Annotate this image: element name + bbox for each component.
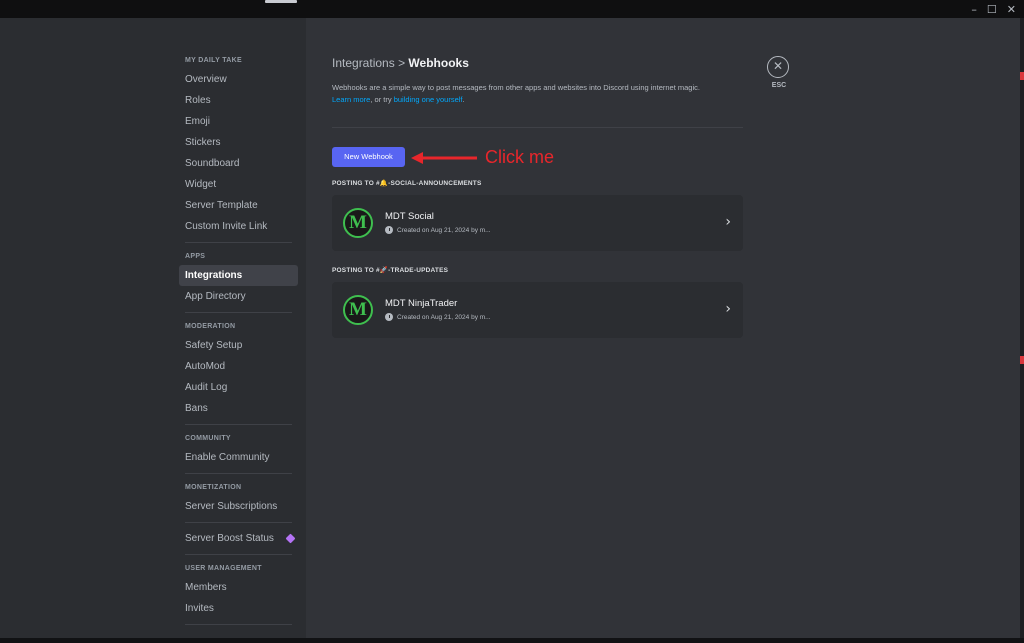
notification-marker <box>1020 72 1024 80</box>
sidebar-divider <box>185 242 292 243</box>
sidebar-section-apps: APPS Integrations App Directory <box>179 248 298 307</box>
webhooks-panel: Integrations > Webhooks Webhooks are a s… <box>332 52 743 338</box>
webhook-avatar[interactable]: M <box>343 295 373 325</box>
sidebar-item-integrations[interactable]: Integrations <box>179 265 298 286</box>
content-divider <box>332 127 743 128</box>
annotation-text: Click me <box>485 147 555 167</box>
settings-sidebar: MY DAILY TAKE Overview Roles Emoji Stick… <box>179 52 298 630</box>
sidebar-section-user-management: USER MANAGEMENT Members Invites <box>179 560 298 619</box>
window-titlebar: – ☐ ✕ <box>0 0 1024 18</box>
sidebar-item-safety-setup[interactable]: Safety Setup <box>179 335 298 356</box>
page-title: Webhooks <box>408 56 469 70</box>
clock-icon <box>385 226 393 234</box>
clock-icon <box>385 313 393 321</box>
sidebar-item-soundboard[interactable]: Soundboard <box>179 153 298 174</box>
breadcrumb: Integrations > Webhooks <box>332 52 743 74</box>
sidebar-item-server-boost-status[interactable]: Server Boost Status <box>179 528 298 549</box>
sidebar-divider <box>185 424 292 425</box>
sidebar-divider <box>185 312 292 313</box>
sidebar-divider <box>185 522 292 523</box>
boost-gem-icon <box>285 533 296 544</box>
section-header: APPS <box>185 253 206 260</box>
sidebar-section-my-daily-take: MY DAILY TAKE Overview Roles Emoji Stick… <box>179 52 298 237</box>
sidebar-item-bans[interactable]: Bans <box>179 398 298 419</box>
learn-more-link[interactable]: Learn more <box>332 95 370 104</box>
right-edge <box>1020 18 1024 641</box>
minimize-icon[interactable]: – <box>971 4 977 16</box>
sidebar-item-automod[interactable]: AutoMod <box>179 356 298 377</box>
sidebar-item-app-directory[interactable]: App Directory <box>179 286 298 307</box>
chevron-right-icon[interactable]: › <box>725 301 731 317</box>
posting-channel-label: POSTING TO #🚀-TRADE-UPDATES <box>332 267 449 274</box>
sidebar-divider <box>185 624 292 625</box>
description-connector: , or try <box>370 95 394 104</box>
sidebar-item-label: Server Boost Status <box>185 533 274 544</box>
description-end: . <box>462 95 465 104</box>
titlebar-text-fragment <box>265 0 297 3</box>
section-header: MODERATION <box>185 323 236 330</box>
build-yourself-link[interactable]: building one yourself <box>394 95 463 104</box>
webhook-card-mdt-social[interactable]: M MDT Social Created on Aug 21, 2024 by … <box>332 195 743 251</box>
close-settings[interactable]: ✕ ESC <box>767 56 791 89</box>
sidebar-section-community: COMMUNITY Enable Community <box>179 430 298 468</box>
webhook-name: MDT NinjaTrader <box>385 298 458 309</box>
section-header: USER MANAGEMENT <box>185 565 262 572</box>
section-header: MY DAILY TAKE <box>185 57 242 64</box>
section-header: MONETIZATION <box>185 484 242 491</box>
maximize-icon[interactable]: ☐ <box>987 4 997 16</box>
sidebar-item-custom-invite-link[interactable]: Custom Invite Link <box>179 216 298 237</box>
posting-channel-label: POSTING TO #🔔-SOCIAL-ANNOUNCEMENTS <box>332 180 482 187</box>
webhook-created: Created on Aug 21, 2024 by m... <box>397 313 491 321</box>
webhook-created: Created on Aug 21, 2024 by m... <box>397 226 491 234</box>
bottom-bar <box>0 638 1024 643</box>
webhook-card-mdt-ninjatrader[interactable]: M MDT NinjaTrader Created on Aug 21, 202… <box>332 282 743 338</box>
sidebar-section-moderation: MODERATION Safety Setup AutoMod Audit Lo… <box>179 318 298 419</box>
sidebar-item-overview[interactable]: Overview <box>179 69 298 90</box>
red-arrow-icon <box>411 152 477 164</box>
webhook-meta: Created on Aug 21, 2024 by m... <box>385 313 491 321</box>
sidebar-item-invites[interactable]: Invites <box>179 598 298 619</box>
sidebar-item-roles[interactable]: Roles <box>179 90 298 111</box>
sidebar-divider <box>185 473 292 474</box>
sidebar-item-members[interactable]: Members <box>179 577 298 598</box>
webhook-avatar[interactable]: M <box>343 208 373 238</box>
sidebar-item-stickers[interactable]: Stickers <box>179 132 298 153</box>
sidebar-item-server-subscriptions[interactable]: Server Subscriptions <box>179 496 298 517</box>
sidebar-item-emoji[interactable]: Emoji <box>179 111 298 132</box>
window-controls: – ☐ ✕ <box>971 4 1016 16</box>
webhooks-description: Webhooks are a simple way to post messag… <box>332 82 752 106</box>
sidebar-item-server-template[interactable]: Server Template <box>179 195 298 216</box>
sidebar-section-monetization: MONETIZATION Server Subscriptions <box>179 479 298 517</box>
close-icon[interactable]: ✕ <box>767 56 789 78</box>
section-header: COMMUNITY <box>185 435 231 442</box>
sidebar-divider <box>185 554 292 555</box>
description-text: Webhooks are a simple way to post messag… <box>332 83 700 92</box>
sidebar-item-enable-community[interactable]: Enable Community <box>179 447 298 468</box>
esc-label: ESC <box>771 82 787 89</box>
close-window-icon[interactable]: ✕ <box>1007 4 1016 16</box>
webhook-name: MDT Social <box>385 211 434 222</box>
sidebar-item-widget[interactable]: Widget <box>179 174 298 195</box>
breadcrumb-separator: > <box>398 56 406 70</box>
sidebar-item-audit-log[interactable]: Audit Log <box>179 377 298 398</box>
notification-marker <box>1020 356 1024 364</box>
chevron-right-icon[interactable]: › <box>725 214 731 230</box>
breadcrumb-parent[interactable]: Integrations <box>332 56 395 70</box>
new-webhook-button[interactable]: New Webhook <box>332 147 405 167</box>
webhook-meta: Created on Aug 21, 2024 by m... <box>385 226 491 234</box>
